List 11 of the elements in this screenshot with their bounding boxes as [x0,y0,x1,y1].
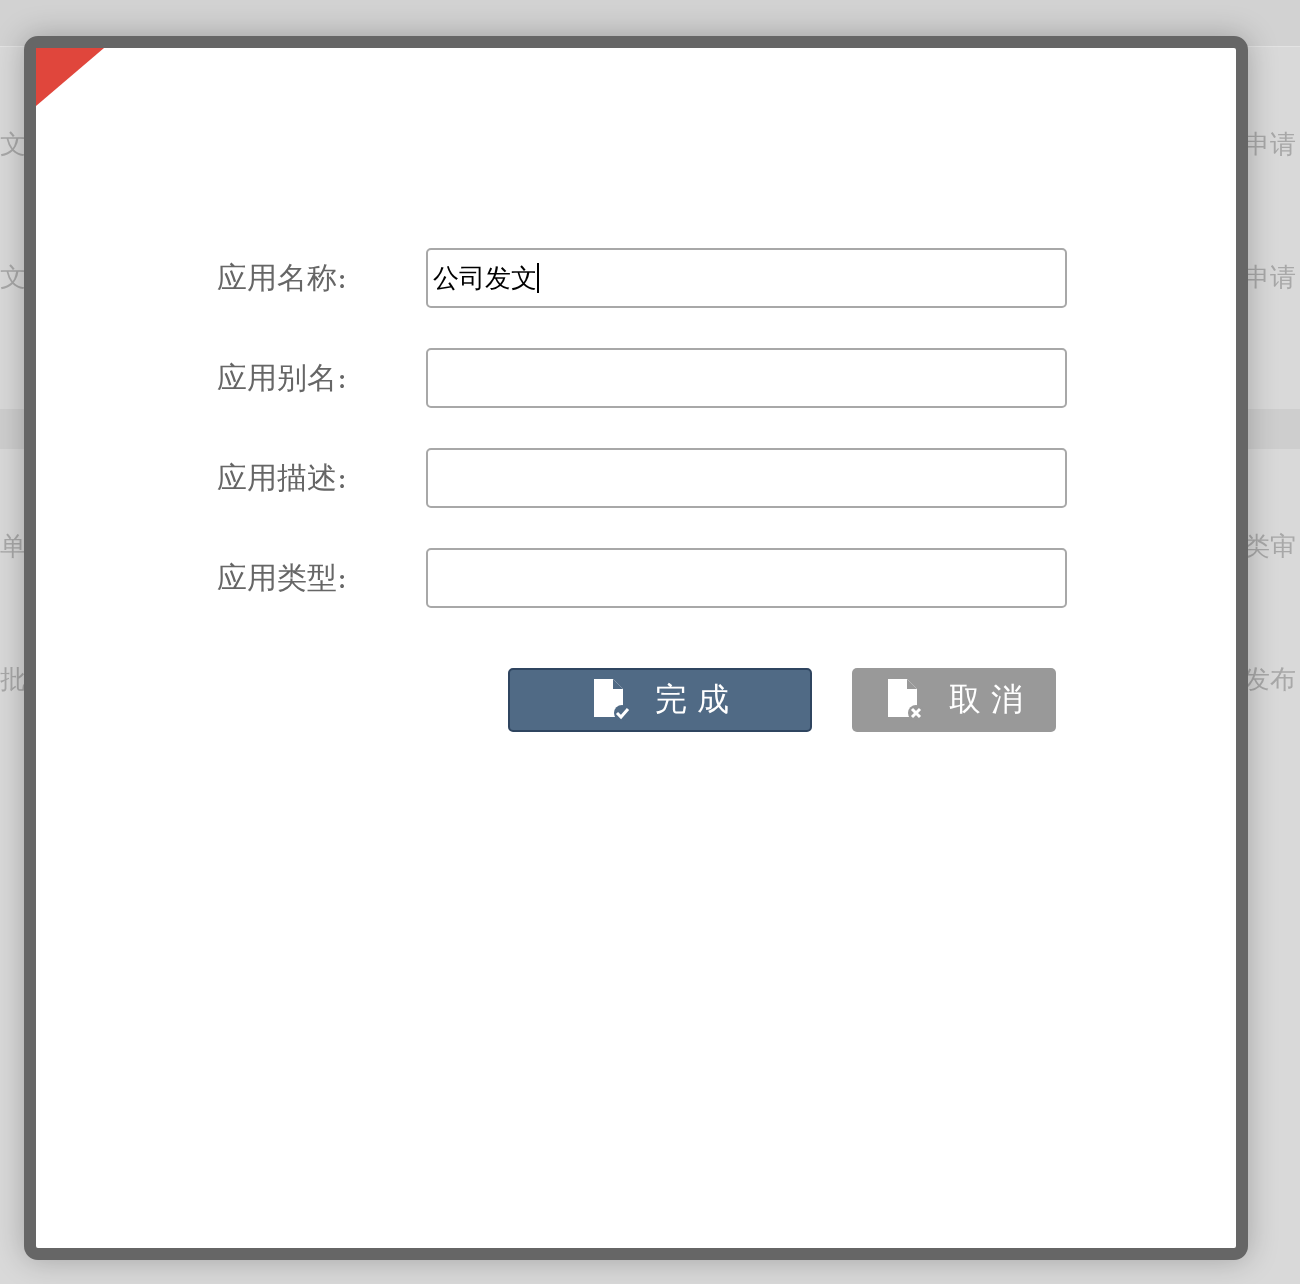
done-button[interactable]: 完 成 [508,668,812,732]
input-field[interactable] [426,348,1067,408]
field-label: 应用类型: [217,558,349,597]
field-label: 应用名称: [217,258,349,297]
input-field[interactable]: 公司发文 [426,248,1067,308]
corner-ribbon-icon [36,48,104,106]
field-label: 应用描述: [217,458,349,497]
cancel-button[interactable]: 取 消 [852,668,1056,732]
input-field[interactable] [426,448,1067,508]
field-label: 应用别名: [217,358,349,397]
input-field[interactable] [426,548,1067,608]
